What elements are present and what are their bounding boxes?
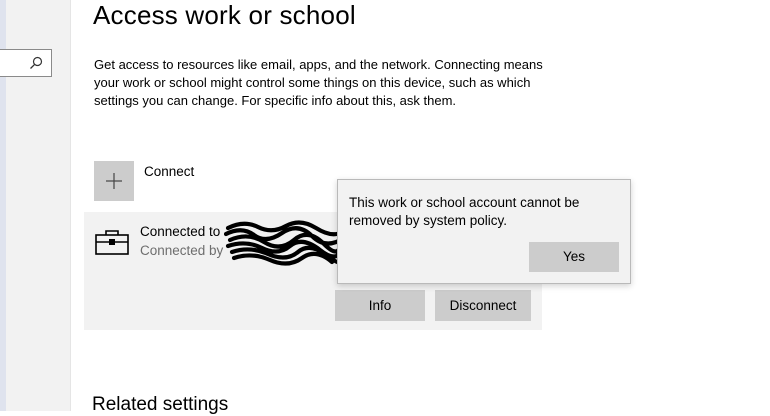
account-connected-to: Connected to [140,224,221,239]
policy-error-dialog: This work or school account cannot be re… [337,179,631,284]
disconnect-button[interactable]: Disconnect [435,290,531,321]
search-input[interactable] [0,49,52,77]
info-button[interactable]: Info [335,290,425,321]
yes-button[interactable]: Yes [529,242,619,272]
redaction-scribble [224,220,346,266]
search-icon [30,56,43,69]
plus-tile[interactable] [94,161,134,201]
connect-label[interactable]: Connect [144,164,194,179]
account-connected-by: Connected by [140,243,224,258]
related-settings-heading: Related settings [92,394,229,415]
page-description: Get access to resources like email, apps… [94,57,543,108]
dialog-message: This work or school account cannot be re… [349,195,580,228]
plus-icon [106,173,122,189]
briefcase-icon [95,230,129,255]
page-title: Access work or school [93,0,356,30]
settings-nav-pane [0,0,71,411]
